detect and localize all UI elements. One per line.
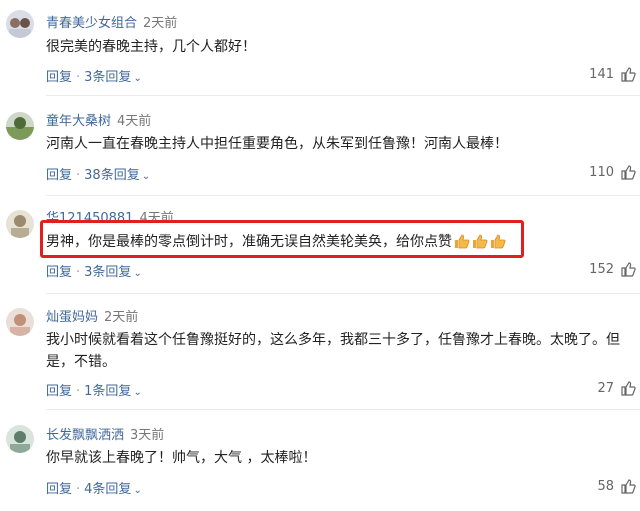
view-replies-button[interactable]: 3条回复	[84, 70, 131, 85]
like-count: 110	[589, 165, 614, 180]
comment-username[interactable]: 童年大桑树 4天前	[46, 110, 151, 129]
like-count: 141	[589, 67, 614, 82]
comment-item: 青春美少女组合 2天前 很完美的春晚主持，几个人都好！ 回复 · 3条回复 ⌄ 141	[0, 0, 640, 96]
divider	[46, 293, 640, 294]
comment-time: 3天前	[130, 428, 165, 443]
chevron-down-icon[interactable]: ⌄	[133, 387, 141, 398]
reply-button[interactable]: 回复	[46, 482, 72, 497]
avatar[interactable]	[6, 210, 34, 238]
comment-text: 我小时候就看着这个任鲁豫挺好的，这么多年，我都三十多了，任鲁豫才上春晚。太晚了。…	[46, 332, 620, 370]
reply-button[interactable]: 回复	[46, 168, 72, 183]
comment-text: 很完美的春晚主持，几个人都好！	[46, 39, 256, 55]
reply-button[interactable]: 回复	[46, 265, 72, 280]
comment-actions: 回复 · 3条回复 ⌄	[46, 70, 142, 85]
comment-actions: 回复 · 4条回复 ⌄	[46, 482, 142, 497]
avatar[interactable]	[6, 112, 34, 140]
like-count: 58	[597, 479, 614, 494]
view-replies-button[interactable]: 1条回复	[84, 384, 131, 399]
chevron-down-icon[interactable]: ⌄	[133, 73, 141, 84]
avatar[interactable]	[6, 10, 34, 38]
comment-time: 2天前	[104, 310, 139, 325]
comment-item: 童年大桑树 4天前 河南人一直在春晚主持人中担任重要角色，从朱军到任鲁豫！河南人最…	[0, 100, 640, 196]
avatar[interactable]	[6, 425, 34, 453]
view-replies-button[interactable]: 3条回复	[84, 265, 131, 280]
comment-text: 你早就该上春晚了！帅气，大气 ，太棒啦！	[46, 450, 317, 466]
thumbs-up-icon[interactable]	[620, 478, 636, 494]
comment-username[interactable]: 青春美少女组合 2天前	[46, 12, 177, 31]
comment-username[interactable]: 长发飘飘洒洒 3天前	[46, 424, 164, 443]
chevron-down-icon[interactable]: ⌄	[133, 485, 141, 496]
comment-time: 4天前	[117, 114, 152, 129]
comment-actions: 回复 · 3条回复 ⌄	[46, 265, 142, 280]
divider	[46, 95, 640, 96]
chevron-down-icon[interactable]: ⌄	[133, 268, 141, 279]
comment-actions: 回复 · 1条回复 ⌄	[46, 384, 142, 399]
reply-button[interactable]: 回复	[46, 70, 72, 85]
thumbs-up-icon[interactable]	[620, 164, 636, 180]
like-count: 27	[597, 381, 614, 396]
comment-username[interactable]: 灿蛋妈妈 2天前	[46, 306, 138, 325]
chevron-down-icon[interactable]: ⌄	[142, 171, 150, 182]
comment-item: 长发飘飘洒洒 3天前 你早就该上春晚了！帅气，大气 ，太棒啦！ 回复 · 4条回复 ⌄ …	[0, 412, 640, 511]
view-replies-button[interactable]: 38条回复	[84, 168, 140, 183]
comment-actions: 回复 · 38条回复 ⌄	[46, 168, 151, 183]
view-replies-button[interactable]: 4条回复	[84, 482, 131, 497]
divider	[46, 195, 640, 196]
comment-text: 河南人一直在春晚主持人中担任重要角色，从朱军到任鲁豫！河南人最棒！	[46, 136, 508, 152]
like-count: 152	[589, 262, 614, 277]
avatar[interactable]	[6, 308, 34, 336]
highlight-box	[40, 220, 524, 258]
comment-time: 2天前	[143, 16, 178, 31]
reply-button[interactable]: 回复	[46, 384, 72, 399]
thumbs-up-icon[interactable]	[620, 261, 636, 277]
thumbs-up-icon[interactable]	[620, 66, 636, 82]
divider	[46, 409, 640, 410]
thumbs-up-icon[interactable]	[620, 380, 636, 396]
comment-item: 灿蛋妈妈 2天前 我小时候就看着这个任鲁豫挺好的，这么多年，我都三十多了，任鲁豫才…	[0, 296, 640, 410]
